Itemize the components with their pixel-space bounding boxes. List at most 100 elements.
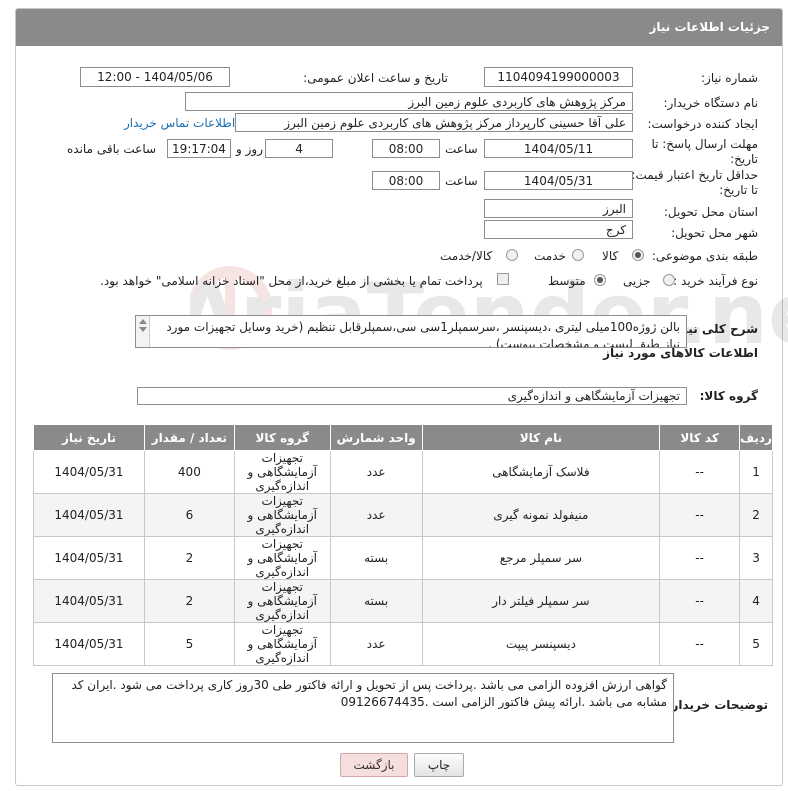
col-code: کد کالا bbox=[659, 424, 741, 451]
process-option-medium: متوسط bbox=[548, 274, 586, 288]
table-row: 3 -- سر سمپلر مرجع بسته تجهیزات آزمایشگاه… bbox=[33, 536, 773, 580]
cell-row: 5 bbox=[739, 622, 773, 666]
process-label: نوع فرآیند خرید : bbox=[673, 274, 758, 288]
goods-group-field: تجهیزات آزمایشگاهی و اندازه‌گیری bbox=[137, 387, 687, 405]
validity-label-date: تا تاریخ: bbox=[719, 183, 758, 197]
validity-date-field: 1404/05/31 bbox=[484, 171, 633, 190]
cell-date: 1404/05/31 bbox=[33, 450, 145, 494]
process-radio-minor[interactable] bbox=[663, 274, 675, 286]
table-header-row: ردیف کد کالا نام کالا واحد شمارش گروه کا… bbox=[33, 424, 773, 451]
cell-unit: بسته bbox=[329, 536, 423, 580]
remaining-time-field: 19:17:04 bbox=[167, 139, 231, 158]
category-option-service: خدمت bbox=[534, 249, 566, 263]
col-date: تاریخ نیاز bbox=[33, 424, 145, 451]
buyer-org-field: مرکز پژوهش های کاربردی علوم زمین البرز bbox=[185, 92, 633, 111]
print-button[interactable]: چاپ bbox=[414, 753, 464, 777]
province-label: استان محل تحویل: bbox=[663, 205, 758, 219]
cell-unit: عدد bbox=[329, 493, 423, 537]
cell-unit: عدد bbox=[329, 450, 423, 494]
cell-group: تجهیزات آزمایشگاهی و اندازه‌گیری bbox=[233, 450, 331, 494]
category-option-goods: کالا bbox=[602, 249, 619, 263]
cell-code: -- bbox=[659, 622, 741, 666]
table-row: 1 -- فلاسک آزمایشگاهی عدد تجهیزات آزمایشگ… bbox=[33, 450, 773, 494]
cell-qty: 6 bbox=[143, 493, 235, 537]
buyer-notes-label: توضیحات خریدار: bbox=[666, 698, 768, 712]
province-field: البرز bbox=[484, 199, 633, 218]
payment-note: پرداخت تمام یا بخشی از مبلغ خرید،از محل … bbox=[100, 274, 483, 288]
description-textarea[interactable]: بالن ژوژه100میلی لیتری ،دیسپنسر ،سرسمپلر… bbox=[135, 315, 687, 348]
deadline-time-label: ساعت bbox=[445, 142, 478, 156]
category-radio-goods[interactable] bbox=[632, 249, 644, 261]
panel-title: جزئیات اطلاعات نیاز bbox=[649, 20, 770, 34]
buyer-notes-text: گواهی ارزش افزوده الزامی می باشد .پرداخت… bbox=[71, 678, 667, 709]
cell-name: دیسپنسر پیپت bbox=[421, 622, 661, 666]
process-option-minor: جزیی bbox=[623, 274, 651, 288]
city-field: کرج bbox=[484, 220, 633, 239]
items-table: ردیف کد کالا نام کالا واحد شمارش گروه کا… bbox=[33, 424, 773, 666]
creator-field: علی آقا حسینی کارپرداز مرکز پژوهش های کا… bbox=[235, 113, 633, 132]
process-radio-medium[interactable] bbox=[594, 274, 606, 286]
cell-row: 4 bbox=[739, 579, 773, 623]
table-row: 4 -- سر سمپلر فیلتر دار بسته تجهیزات آزما… bbox=[33, 579, 773, 623]
category-radio-service[interactable] bbox=[572, 249, 584, 261]
creator-label: ایجاد کننده درخواست: bbox=[647, 117, 758, 131]
cell-code: -- bbox=[659, 493, 741, 537]
cell-unit: بسته bbox=[329, 579, 423, 623]
category-option-goods-service: کالا/خدمت bbox=[440, 249, 493, 263]
validity-time-field: 08:00 bbox=[372, 171, 440, 190]
table-row: 5 -- دیسپنسر پیپت عدد تجهیزات آزمایشگاهی … bbox=[33, 622, 773, 666]
cell-code: -- bbox=[659, 579, 741, 623]
cell-code: -- bbox=[659, 450, 741, 494]
deadline-date-field: 1404/05/11 bbox=[484, 139, 633, 158]
cell-qty: 2 bbox=[143, 536, 235, 580]
cell-qty: 5 bbox=[143, 622, 235, 666]
deadline-label: مهلت ارسال پاسخ: تا bbox=[651, 137, 758, 151]
cell-group: تجهیزات آزمایشگاهی و اندازه‌گیری bbox=[233, 622, 331, 666]
col-unit: واحد شمارش bbox=[329, 424, 423, 451]
need-number-label: شماره نیاز: bbox=[701, 71, 758, 85]
col-group: گروه کالا bbox=[233, 424, 331, 451]
cell-date: 1404/05/31 bbox=[33, 493, 145, 537]
cell-qty: 400 bbox=[143, 450, 235, 494]
buyer-contact-link[interactable]: اطلاعات تماس خریدار bbox=[124, 116, 235, 130]
category-label: طبقه بندی موضوعی: bbox=[651, 249, 758, 263]
city-label: شهر محل تحویل: bbox=[671, 226, 758, 240]
days-remaining-field: 4 bbox=[265, 139, 333, 158]
goods-section-title: اطلاعات کالاهای مورد نیاز bbox=[603, 346, 758, 360]
cell-group: تجهیزات آزمایشگاهی و اندازه‌گیری bbox=[233, 493, 331, 537]
table-row: 2 -- منیفولد نمونه گیری عدد تجهیزات آزمای… bbox=[33, 493, 773, 537]
remaining-time-label: ساعت باقی مانده bbox=[67, 142, 157, 156]
col-name: نام کالا bbox=[421, 424, 661, 451]
cell-group: تجهیزات آزمایشگاهی و اندازه‌گیری bbox=[233, 536, 331, 580]
description-scrollbar[interactable] bbox=[136, 316, 150, 347]
back-button[interactable]: بازگشت bbox=[340, 753, 408, 777]
validity-time-label: ساعت bbox=[445, 174, 478, 188]
buyer-notes-textarea[interactable]: گواهی ارزش افزوده الزامی می باشد .پرداخت… bbox=[52, 673, 674, 743]
cell-date: 1404/05/31 bbox=[33, 579, 145, 623]
cell-name: فلاسک آزمایشگاهی bbox=[421, 450, 661, 494]
validity-label: حداقل تاریخ اعتبار قیمت: bbox=[631, 168, 758, 182]
cell-group: تجهیزات آزمایشگاهی و اندازه‌گیری bbox=[233, 579, 331, 623]
cell-date: 1404/05/31 bbox=[33, 536, 145, 580]
cell-name: سر سمپلر فیلتر دار bbox=[421, 579, 661, 623]
need-number-field: 1104094199000003 bbox=[484, 67, 633, 87]
goods-group-label: گروه کالا: bbox=[699, 389, 758, 403]
panel-header: جزئیات اطلاعات نیاز bbox=[16, 9, 782, 46]
cell-row: 2 bbox=[739, 493, 773, 537]
treasury-checkbox[interactable] bbox=[497, 273, 509, 285]
cell-date: 1404/05/31 bbox=[33, 622, 145, 666]
cell-row: 1 bbox=[739, 450, 773, 494]
cell-name: منیفولد نمونه گیری bbox=[421, 493, 661, 537]
buyer-org-label: نام دستگاه خریدار: bbox=[663, 96, 759, 110]
cell-code: -- bbox=[659, 536, 741, 580]
announce-label: تاریخ و ساعت اعلان عمومی: bbox=[303, 71, 448, 85]
deadline-time-field: 08:00 bbox=[372, 139, 440, 158]
cell-name: سر سمپلر مرجع bbox=[421, 536, 661, 580]
cell-qty: 2 bbox=[143, 579, 235, 623]
description-text: بالن ژوژه100میلی لیتری ،دیسپنسر ،سرسمپلر… bbox=[166, 320, 680, 348]
category-radio-goods-service[interactable] bbox=[506, 249, 518, 261]
cell-unit: عدد bbox=[329, 622, 423, 666]
col-qty: تعداد / مقدار bbox=[143, 424, 235, 451]
deadline-label-date: تاریخ: bbox=[730, 152, 758, 166]
col-row: ردیف bbox=[739, 424, 773, 451]
